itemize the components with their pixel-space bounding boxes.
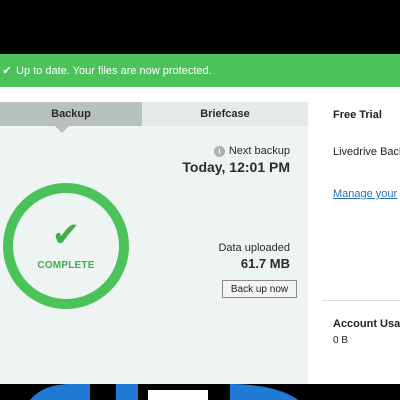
tab-bar: Backup Briefcase bbox=[0, 102, 308, 133]
back-up-now-button[interactable]: Back up now bbox=[222, 280, 297, 298]
plan-title: Free Trial bbox=[333, 109, 382, 121]
check-icon: ✔ bbox=[2, 65, 12, 77]
status-message: Up to date. Your files are now protected… bbox=[16, 64, 212, 77]
next-backup-label: Next backup bbox=[228, 145, 290, 157]
account-sidebar: Free Trial Livedrive Back Manage your Ac… bbox=[322, 87, 400, 384]
next-backup-label-row: i Next backup bbox=[213, 145, 290, 157]
tab-briefcase[interactable]: Briefcase bbox=[142, 102, 308, 126]
backup-panel: Backup Briefcase ✔ COMPLETE i Next backu… bbox=[0, 102, 308, 384]
tab-briefcase-label: Briefcase bbox=[200, 108, 250, 120]
background-logo-graphic bbox=[30, 384, 298, 400]
account-usage-title: Account Usag bbox=[333, 318, 400, 330]
data-uploaded-label: Data uploaded bbox=[218, 242, 290, 254]
plan-name: Livedrive Back bbox=[333, 146, 400, 158]
tab-backup[interactable]: Backup bbox=[0, 102, 142, 133]
status-bar: ✔ Up to date. Your files are now protect… bbox=[0, 54, 400, 87]
sidebar-divider bbox=[322, 300, 400, 301]
checkmark-icon: ✔ bbox=[51, 215, 81, 254]
tab-backup-label: Backup bbox=[51, 108, 91, 120]
manage-account-link[interactable]: Manage your bbox=[333, 188, 397, 200]
account-usage-value: 0 B bbox=[333, 335, 349, 346]
progress-state-label: COMPLETE bbox=[37, 259, 95, 271]
data-uploaded-value: 61.7 MB bbox=[240, 256, 290, 271]
backup-progress-ring: ✔ COMPLETE bbox=[3, 183, 129, 309]
app-window: ✔ Up to date. Your files are now protect… bbox=[0, 54, 400, 384]
progress-circle: ✔ COMPLETE bbox=[3, 183, 129, 309]
info-icon: i bbox=[213, 145, 225, 157]
next-backup-value: Today, 12:01 PM bbox=[182, 159, 290, 175]
